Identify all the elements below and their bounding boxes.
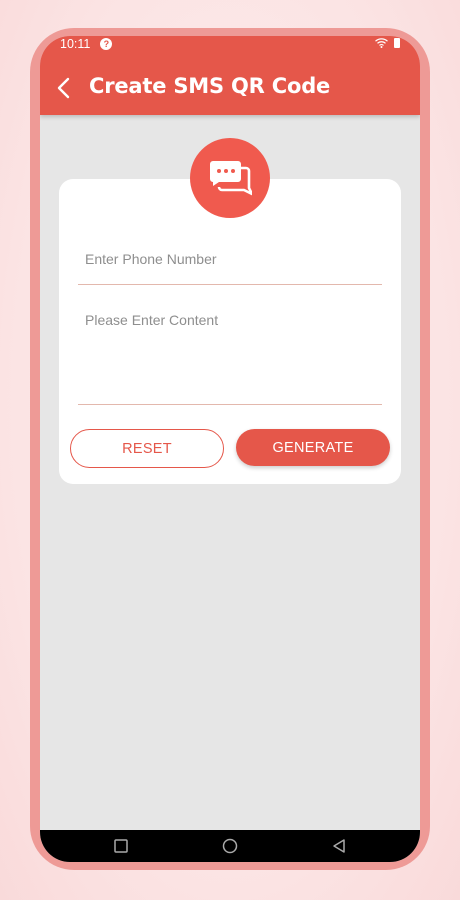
recents-icon[interactable] <box>113 838 129 854</box>
generate-button[interactable]: GENERATE <box>236 429 390 466</box>
sms-form-card: Enter Phone Number Please Enter Content … <box>59 179 401 484</box>
home-icon[interactable] <box>222 838 238 854</box>
status-time: 10:11 <box>60 37 91 51</box>
sms-badge <box>190 138 270 218</box>
system-nav-bar <box>40 830 420 862</box>
app-header: 10:11 ? Create SMS QR Code <box>40 36 420 115</box>
battery-icon <box>394 38 400 48</box>
content-underline <box>78 404 382 405</box>
reset-button[interactable]: RESET <box>70 429 224 468</box>
status-bar: 10:11 ? <box>60 36 113 52</box>
wifi-icon <box>375 38 388 48</box>
phone-underline <box>78 284 382 285</box>
phone-input[interactable]: Enter Phone Number <box>85 251 217 267</box>
status-icons <box>375 38 400 48</box>
chevron-left-icon[interactable] <box>54 76 74 100</box>
page-title: Create SMS QR Code <box>89 74 331 98</box>
back-nav-icon[interactable] <box>331 838 347 854</box>
content-input[interactable]: Please Enter Content <box>85 312 218 328</box>
chat-bubbles-icon <box>210 161 252 196</box>
app-screen: 10:11 ? Create SMS QR Code Enter Phone N… <box>40 36 420 862</box>
help-icon: ? <box>100 38 113 50</box>
